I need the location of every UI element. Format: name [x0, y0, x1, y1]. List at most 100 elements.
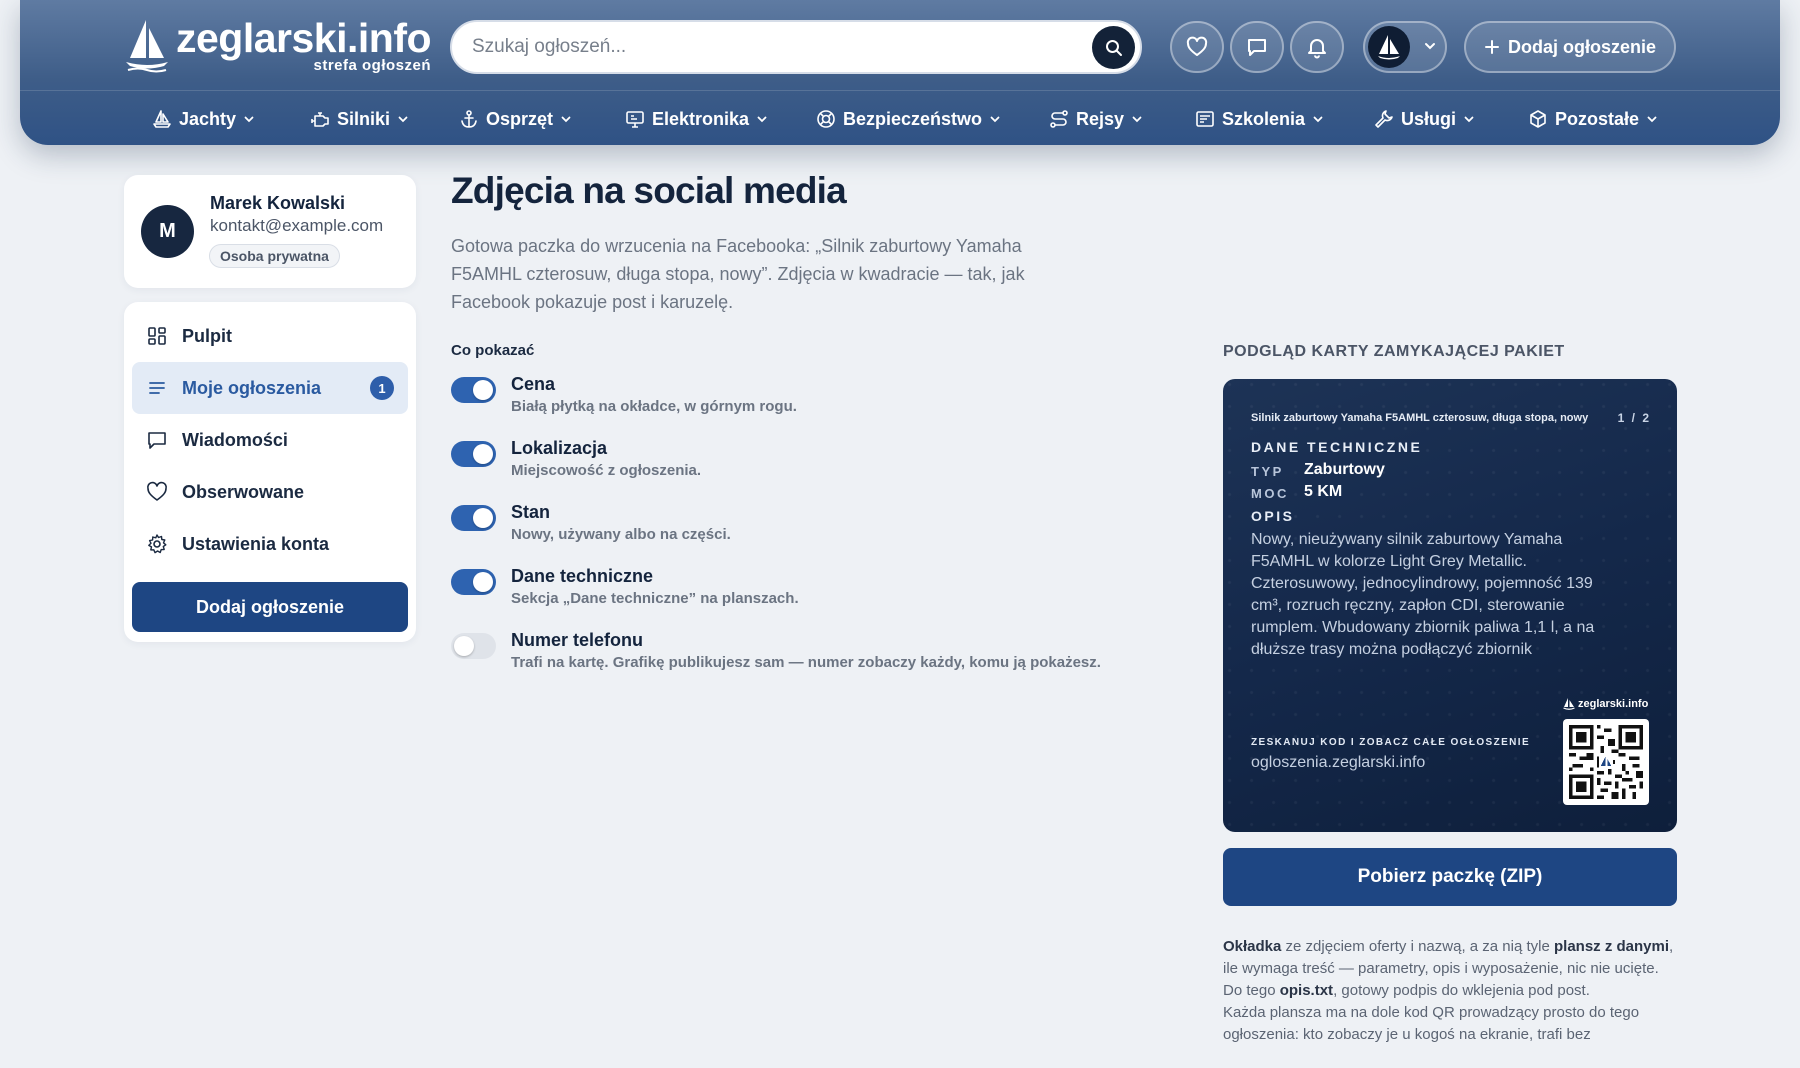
- engine-icon: [311, 112, 329, 127]
- user-name: Marek Kowalski: [210, 193, 346, 213]
- page-description: Gotowa paczka do wrzucenia na Facebooka:…: [451, 236, 1025, 312]
- dashboard-icon: [148, 327, 166, 345]
- site-header: zeglarski.info strefa ogłoszeń Szukaj og…: [20, 0, 1780, 145]
- nav-label: Usługi: [1401, 108, 1457, 129]
- options-section-label: Co pokazać: [451, 342, 535, 359]
- heart-icon: [147, 481, 167, 501]
- category-nav: Jachty Silniki Osprzęt Elektronika Bezpi…: [20, 92, 1780, 145]
- chevron-down-icon: [561, 116, 571, 123]
- monitor-icon: [626, 111, 644, 128]
- sidebar-item-label: Pulpit: [182, 325, 232, 346]
- chevron-down-icon: [1647, 116, 1657, 123]
- search-button[interactable]: [1092, 26, 1135, 69]
- sidebar-item-label: Obserwowane: [182, 481, 305, 502]
- user-card: M Marek Kowalski kontakt@example.com Oso…: [124, 175, 416, 288]
- option-description: Białą płytką na okładce, w górnym rogu.: [511, 398, 797, 415]
- chevron-down-icon: [1425, 43, 1435, 50]
- chevron-down-icon: [398, 116, 408, 123]
- anchor-icon: [461, 110, 477, 128]
- site-logo[interactable]: zeglarski.info strefa ogłoszeń: [124, 16, 432, 76]
- toggle-switch[interactable]: [451, 569, 496, 595]
- sailboat-icon: [1563, 698, 1575, 710]
- chevron-down-icon: [1132, 116, 1142, 123]
- nav-item-pozostale[interactable]: Pozostałe: [1528, 106, 1658, 132]
- sidebar-item-pulpit[interactable]: Pulpit: [132, 310, 408, 362]
- heart-icon: [1186, 36, 1208, 56]
- chevron-down-icon: [1313, 116, 1323, 123]
- nav-label: Jachty: [179, 108, 237, 129]
- gear-icon: [148, 534, 167, 554]
- chevron-down-icon: [757, 116, 767, 123]
- chevron-down-icon: [1464, 116, 1474, 123]
- sidebar-item-obserwowane[interactable]: Obserwowane: [132, 466, 408, 518]
- nav-item-uslugi[interactable]: Usługi: [1374, 106, 1475, 132]
- sailboat-logo-icon: [126, 20, 168, 73]
- add-listing-header-button[interactable]: Dodaj ogłoszenie: [1464, 21, 1676, 73]
- nav-item-szkolenia[interactable]: Szkolenia: [1195, 106, 1324, 132]
- note-text: , gotowy podpis do wklejenia pod post.: [1333, 982, 1590, 999]
- add-listing-sidebar-button[interactable]: Dodaj ogłoszenie: [132, 582, 408, 632]
- nav-item-silniki[interactable]: Silniki: [310, 106, 409, 132]
- sidebar-item-label: Wiadomości: [182, 429, 288, 450]
- nav-label: Bezpieczeństwo: [843, 108, 983, 129]
- nav-label: Pozostałe: [1555, 108, 1640, 129]
- preview-scan-text: ZESKANUJ KOD I ZOBACZ CAŁE OGŁOSZENIE: [1251, 737, 1531, 748]
- note-bold-file: opis.txt: [1279, 982, 1334, 999]
- preview-label: PODGLĄD KARTY ZAMYKAJĄCEJ PAKIET: [1223, 343, 1565, 360]
- note-bold-cover: Okładka: [1223, 938, 1282, 955]
- account-type-badge: Osoba prywatna: [209, 244, 340, 268]
- preview-page-counter: 1 / 2: [1617, 411, 1651, 425]
- account-menu-button[interactable]: [1363, 21, 1447, 73]
- sidebar-item-ustawienia[interactable]: Ustawienia konta: [132, 518, 408, 570]
- preview-brand-label: zeglarski.info: [1578, 698, 1649, 710]
- option-title: Numer telefonu: [511, 630, 644, 650]
- option-description: Nowy, używany albo na części.: [511, 526, 731, 543]
- toggle-switch[interactable]: [451, 633, 496, 659]
- route-icon: [1050, 110, 1068, 128]
- plus-icon: [1484, 40, 1499, 54]
- qr-code-icon: [1569, 725, 1643, 799]
- preview-brand: zeglarski.info: [1563, 697, 1648, 711]
- presentation-icon: [1196, 111, 1214, 127]
- nav-label: Osprzęt: [486, 108, 554, 129]
- download-zip-button[interactable]: Pobierz paczkę (ZIP): [1223, 848, 1677, 906]
- preview-typ-key: TYP: [1251, 464, 1284, 479]
- nav-item-bezpieczenstwo[interactable]: Bezpieczeństwo: [816, 106, 1001, 132]
- sailboat-avatar-icon: [1378, 35, 1400, 60]
- note-bold-boards: plansz z danymi: [1554, 938, 1670, 955]
- message-icon: [1248, 39, 1266, 56]
- list-icon: [149, 382, 165, 394]
- preview-tech-heading: DANE TECHNICZNE: [1251, 439, 1423, 455]
- nav-item-elektronika[interactable]: Elektronika: [625, 106, 768, 132]
- top-bar: zeglarski.info strefa ogłoszeń Szukaj og…: [20, 0, 1780, 91]
- option-description: Sekcja „Dane techniczne” na planszach.: [511, 590, 799, 607]
- toggle-switch[interactable]: [451, 377, 496, 403]
- toggle-switch[interactable]: [451, 505, 496, 531]
- option-description: Miejscowość z ogłoszenia.: [511, 462, 702, 479]
- preview-opis-heading: OPIS: [1251, 508, 1295, 524]
- box-icon: [1530, 110, 1546, 128]
- nav-item-jachty[interactable]: Jachty: [152, 106, 255, 132]
- page-title: Zdjęcia na social media: [451, 170, 847, 211]
- preview-moc-key: MOC: [1251, 486, 1289, 501]
- sidebar-item-wiadomosci[interactable]: Wiadomości: [132, 414, 408, 466]
- favorites-button[interactable]: [1170, 21, 1224, 73]
- option-title: Lokalizacja: [511, 438, 608, 458]
- closing-card-preview: Silnik zaburtowy Yamaha F5AMHL czterosuw…: [1223, 379, 1677, 832]
- messages-button[interactable]: [1230, 21, 1284, 73]
- nav-item-rejsy[interactable]: Rejsy: [1049, 106, 1143, 132]
- nav-item-osprzet[interactable]: Osprzęt: [459, 106, 572, 132]
- preview-typ-value: Zaburtowy: [1304, 461, 1385, 478]
- bell-icon: [1308, 39, 1326, 59]
- chevron-down-icon: [990, 116, 1000, 123]
- toggle-switch[interactable]: [451, 441, 496, 467]
- sidebar-item-label: Moje ogłoszenia: [182, 377, 322, 398]
- notifications-button[interactable]: [1290, 21, 1344, 73]
- sidebar-item-label: Ustawienia konta: [182, 533, 330, 554]
- count-badge: 1: [370, 376, 394, 400]
- nav-label: Silniki: [337, 108, 391, 129]
- search-input[interactable]: [472, 32, 1032, 62]
- package-info-paragraph-2: Każda plansza ma na dole kod QR prowadzą…: [1223, 1004, 1640, 1043]
- option-description: Trafi na kartę. Grafikę publikujesz sam …: [511, 654, 1101, 671]
- sidebar-item-moje-ogloszenia[interactable]: Moje ogłoszenia 1: [132, 362, 408, 414]
